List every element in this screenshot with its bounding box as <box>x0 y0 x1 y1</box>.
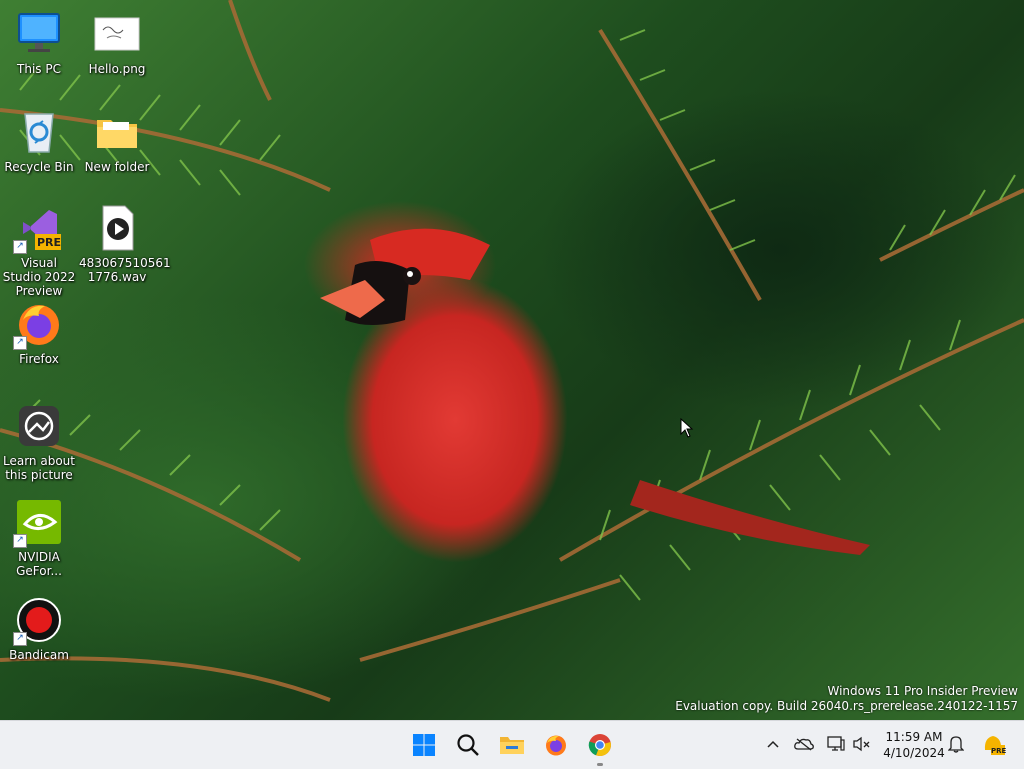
onedrive-icon <box>794 738 814 751</box>
desktop-icon-label: Firefox <box>19 352 59 366</box>
copilot-pre-badge: PRE <box>991 747 1007 755</box>
desktop-icon-label: Bandicam <box>9 648 69 662</box>
volume-tray-button[interactable] <box>851 733 873 755</box>
desktop-icon-label: Hello.png <box>88 62 146 76</box>
desktop-icon-label: Visual Studio 2022 Preview <box>2 256 76 298</box>
file-explorer-button[interactable] <box>494 727 530 763</box>
onedrive-tray-button[interactable] <box>793 733 815 755</box>
copilot-button[interactable]: PRE <box>980 733 1006 755</box>
desktop[interactable]: This PC Hello.png Recycle Bin New folder… <box>0 0 1024 720</box>
chevron-up-icon <box>767 740 779 748</box>
network-display-tray-button[interactable] <box>825 733 847 755</box>
clock-time: 11:59 AM <box>885 730 943 744</box>
desktop-icon-visual-studio[interactable]: PRE ↗ Visual Studio 2022 Preview <box>1 204 77 298</box>
chrome-taskbar-button[interactable] <box>582 727 618 766</box>
desktop-icon-wav-file[interactable]: 483067510561 1776.wav <box>79 204 171 284</box>
desktop-icon-label: Learn about this picture <box>3 454 75 482</box>
file-explorer-icon <box>500 737 524 754</box>
desktop-icon-learn-about-picture[interactable]: Learn about this picture <box>1 402 77 482</box>
desktop-icon-label: This PC <box>17 62 61 76</box>
firefox-icon: ↗ <box>13 300 63 350</box>
mouse-cursor-icon <box>680 418 694 438</box>
windows-start-icon <box>413 734 435 756</box>
watermark-line-1: Windows 11 Pro Insider Preview <box>827 684 1018 698</box>
audio-file-icon <box>93 204 141 252</box>
visual-studio-icon: PRE ↗ <box>13 204 63 254</box>
pre-badge: PRE <box>37 236 62 249</box>
display-icon <box>827 736 845 751</box>
windows-watermark: Windows 11 Pro Insider Preview Evaluatio… <box>675 684 1018 714</box>
desktop-icon-label: Recycle Bin <box>4 160 74 174</box>
image-file-icon <box>93 10 141 58</box>
bandicam-icon: ↗ <box>13 596 63 646</box>
monitor-icon <box>15 10 63 58</box>
taskbar: 11:59 AM 4/10/2024 PRE <box>0 720 1024 769</box>
bell-icon <box>948 736 964 753</box>
clock[interactable]: 11:59 AM 4/10/2024 <box>876 729 952 761</box>
desktop-icon-firefox[interactable]: ↗ Firefox <box>1 300 77 366</box>
desktop-icon-recycle-bin[interactable]: Recycle Bin <box>1 108 77 174</box>
running-indicator <box>597 763 603 766</box>
folder-icon <box>93 108 141 156</box>
firefox-taskbar-button[interactable] <box>538 727 574 763</box>
search-button[interactable] <box>450 727 486 763</box>
firefox-icon <box>546 735 566 756</box>
show-hidden-icons-button[interactable] <box>762 733 784 755</box>
shortcut-arrow-icon: ↗ <box>13 336 27 350</box>
desktop-icon-label: NVIDIA GeFor... <box>16 550 62 578</box>
nvidia-icon: ↗ <box>13 498 63 548</box>
shortcut-arrow-icon: ↗ <box>13 240 27 254</box>
learn-picture-icon <box>15 402 63 450</box>
chrome-icon <box>588 734 611 757</box>
recycle-bin-icon <box>15 108 63 156</box>
speaker-icon <box>853 736 870 752</box>
clock-date: 4/10/2024 <box>883 746 945 760</box>
desktop-icon-new-folder[interactable]: New folder <box>79 108 155 174</box>
notifications-button[interactable] <box>945 733 967 755</box>
watermark-line-2: Evaluation copy. Build 26040.rs_prerelea… <box>675 699 1018 713</box>
search-icon <box>457 734 479 756</box>
shortcut-arrow-icon: ↗ <box>13 534 27 548</box>
desktop-icon-label: New folder <box>84 160 150 174</box>
desktop-icon-nvidia[interactable]: ↗ NVIDIA GeFor... <box>1 498 77 578</box>
desktop-icon-hello-png[interactable]: Hello.png <box>79 10 155 76</box>
desktop-icon-bandicam[interactable]: ↗ Bandicam <box>1 596 77 662</box>
desktop-icon-this-pc[interactable]: This PC <box>1 10 77 76</box>
start-button[interactable] <box>406 727 442 763</box>
shortcut-arrow-icon: ↗ <box>13 632 27 646</box>
